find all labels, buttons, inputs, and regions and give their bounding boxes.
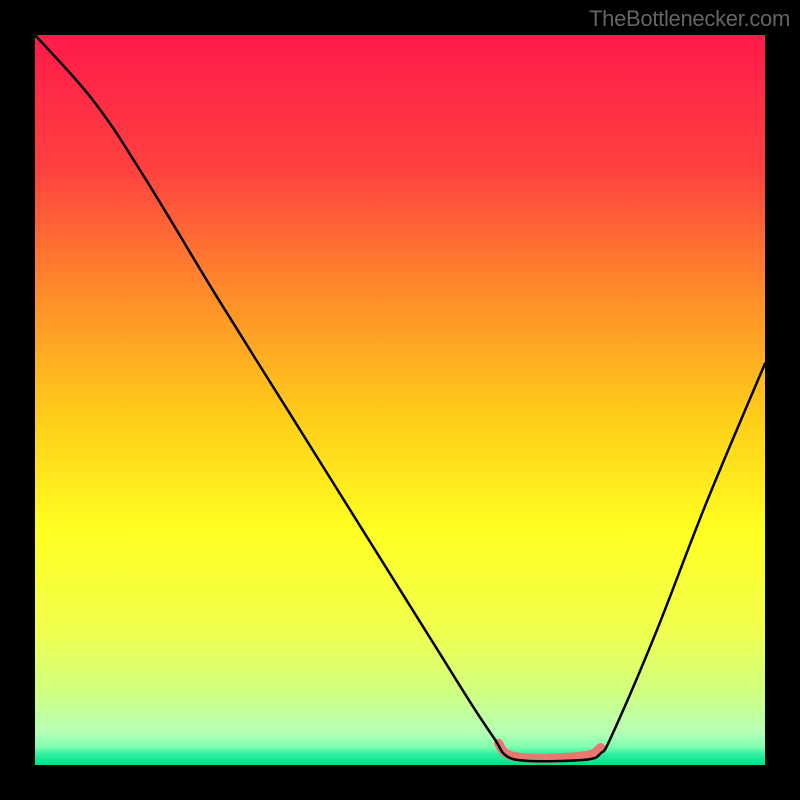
watermark-text: TheBottlenecker.com (589, 6, 790, 32)
chart-container (35, 35, 765, 765)
gradient-background (35, 35, 765, 765)
